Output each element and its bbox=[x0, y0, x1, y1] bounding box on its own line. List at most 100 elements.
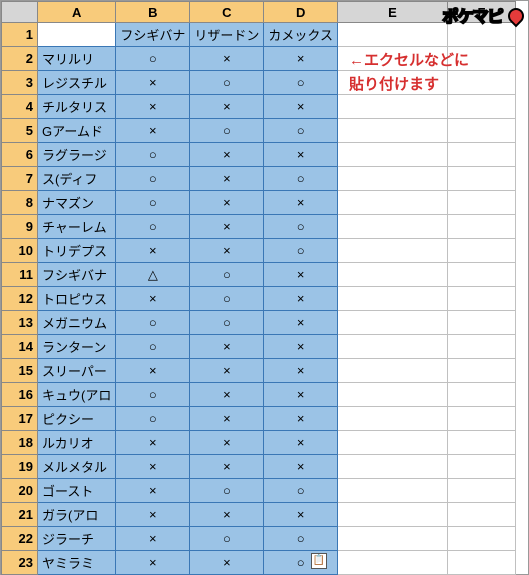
cell-F[interactable] bbox=[448, 503, 516, 527]
cell-B[interactable]: × bbox=[116, 359, 190, 383]
cell-E[interactable] bbox=[338, 95, 448, 119]
row-header[interactable]: 22 bbox=[2, 527, 38, 551]
row-header[interactable]: 9 bbox=[2, 215, 38, 239]
row-header[interactable]: 3 bbox=[2, 71, 38, 95]
cell-D[interactable]: ○ bbox=[264, 527, 338, 551]
cell-F[interactable] bbox=[448, 335, 516, 359]
cell-A[interactable]: ガラ(アロ bbox=[38, 503, 116, 527]
row-header[interactable]: 23 bbox=[2, 551, 38, 575]
cell-D[interactable]: × bbox=[264, 311, 338, 335]
cell-F[interactable] bbox=[448, 95, 516, 119]
cell-C[interactable]: × bbox=[190, 143, 264, 167]
row-header[interactable]: 14 bbox=[2, 335, 38, 359]
cell-A[interactable]: メガニウム bbox=[38, 311, 116, 335]
row-header[interactable]: 11 bbox=[2, 263, 38, 287]
row-header[interactable]: 17 bbox=[2, 407, 38, 431]
cell-D[interactable]: × bbox=[264, 383, 338, 407]
cell-B[interactable]: × bbox=[116, 95, 190, 119]
cell-C[interactable]: × bbox=[190, 335, 264, 359]
cell-B[interactable]: × bbox=[116, 431, 190, 455]
cell-A[interactable]: ピクシー bbox=[38, 407, 116, 431]
row-header[interactable]: 19 bbox=[2, 455, 38, 479]
col-header-E[interactable]: E bbox=[338, 2, 448, 23]
cell-D[interactable]: × bbox=[264, 263, 338, 287]
cell-F[interactable] bbox=[448, 407, 516, 431]
cell-F[interactable] bbox=[448, 479, 516, 503]
cell-E[interactable] bbox=[338, 479, 448, 503]
cell-F[interactable] bbox=[448, 215, 516, 239]
cell-A[interactable]: キュウ(アロ bbox=[38, 383, 116, 407]
cell-E[interactable] bbox=[338, 455, 448, 479]
cell-B[interactable]: ○ bbox=[116, 383, 190, 407]
cell-C[interactable]: × bbox=[190, 359, 264, 383]
cell-C[interactable]: × bbox=[190, 191, 264, 215]
row-header[interactable]: 1 bbox=[2, 23, 38, 47]
cell-B[interactable]: ○ bbox=[116, 311, 190, 335]
cell-E[interactable] bbox=[338, 167, 448, 191]
cell-E[interactable] bbox=[338, 359, 448, 383]
cell-B[interactable]: × bbox=[116, 455, 190, 479]
cell-E[interactable] bbox=[338, 383, 448, 407]
cell-C[interactable]: × bbox=[190, 167, 264, 191]
cell-A[interactable]: フシギバナ bbox=[38, 263, 116, 287]
cell-D[interactable]: × bbox=[264, 47, 338, 71]
row-header[interactable]: 15 bbox=[2, 359, 38, 383]
cell-A[interactable]: ラグラージ bbox=[38, 143, 116, 167]
cell-E[interactable] bbox=[338, 407, 448, 431]
cell-E[interactable] bbox=[338, 215, 448, 239]
row-header[interactable]: 18 bbox=[2, 431, 38, 455]
cell-E[interactable] bbox=[338, 311, 448, 335]
cell-F[interactable] bbox=[448, 311, 516, 335]
cell-A[interactable]: ゴースト bbox=[38, 479, 116, 503]
col-header-C[interactable]: C bbox=[190, 2, 264, 23]
select-all-corner[interactable] bbox=[2, 2, 38, 23]
cell-C[interactable]: × bbox=[190, 407, 264, 431]
cell-B[interactable]: ○ bbox=[116, 47, 190, 71]
row-header[interactable]: 7 bbox=[2, 167, 38, 191]
col-header-B[interactable]: B bbox=[116, 2, 190, 23]
cell-D[interactable]: ○ bbox=[264, 239, 338, 263]
cell-B[interactable]: × bbox=[116, 239, 190, 263]
cell-B[interactable]: × bbox=[116, 551, 190, 575]
cell-C[interactable]: ○ bbox=[190, 479, 264, 503]
cell-A[interactable]: チャーレム bbox=[38, 215, 116, 239]
cell-B[interactable]: フシギバナ bbox=[116, 23, 190, 47]
cell-C[interactable]: ○ bbox=[190, 71, 264, 95]
cell-B[interactable]: ○ bbox=[116, 143, 190, 167]
cell-C[interactable]: ○ bbox=[190, 527, 264, 551]
cell-D[interactable]: × bbox=[264, 407, 338, 431]
cell-A[interactable] bbox=[38, 23, 116, 47]
cell-E[interactable] bbox=[338, 287, 448, 311]
cell-F[interactable] bbox=[448, 431, 516, 455]
row-header[interactable]: 16 bbox=[2, 383, 38, 407]
cell-D[interactable]: ○ bbox=[264, 167, 338, 191]
cell-F[interactable] bbox=[448, 239, 516, 263]
cell-B[interactable]: × bbox=[116, 479, 190, 503]
cell-E[interactable] bbox=[338, 263, 448, 287]
cell-F[interactable] bbox=[448, 359, 516, 383]
row-header[interactable]: 2 bbox=[2, 47, 38, 71]
row-header[interactable]: 4 bbox=[2, 95, 38, 119]
cell-D[interactable]: × bbox=[264, 431, 338, 455]
cell-A[interactable]: ヤミラミ bbox=[38, 551, 116, 575]
cell-A[interactable]: トロピウス bbox=[38, 287, 116, 311]
cell-A[interactable]: レジスチル bbox=[38, 71, 116, 95]
row-header[interactable]: 8 bbox=[2, 191, 38, 215]
row-header[interactable]: 20 bbox=[2, 479, 38, 503]
cell-F[interactable] bbox=[448, 143, 516, 167]
cell-E[interactable] bbox=[338, 503, 448, 527]
cell-C[interactable]: × bbox=[190, 551, 264, 575]
cell-A[interactable]: ス(ディフ bbox=[38, 167, 116, 191]
cell-D[interactable]: × bbox=[264, 455, 338, 479]
row-header[interactable]: 10 bbox=[2, 239, 38, 263]
cell-C[interactable]: × bbox=[190, 215, 264, 239]
cell-C[interactable]: × bbox=[190, 95, 264, 119]
cell-D[interactable]: カメックス bbox=[264, 23, 338, 47]
cell-B[interactable]: × bbox=[116, 287, 190, 311]
cell-C[interactable]: × bbox=[190, 47, 264, 71]
cell-A[interactable]: ナマズン bbox=[38, 191, 116, 215]
cell-D[interactable]: ○ bbox=[264, 479, 338, 503]
cell-C[interactable]: ○ bbox=[190, 287, 264, 311]
cell-A[interactable]: トリデプス bbox=[38, 239, 116, 263]
cell-F[interactable] bbox=[448, 383, 516, 407]
